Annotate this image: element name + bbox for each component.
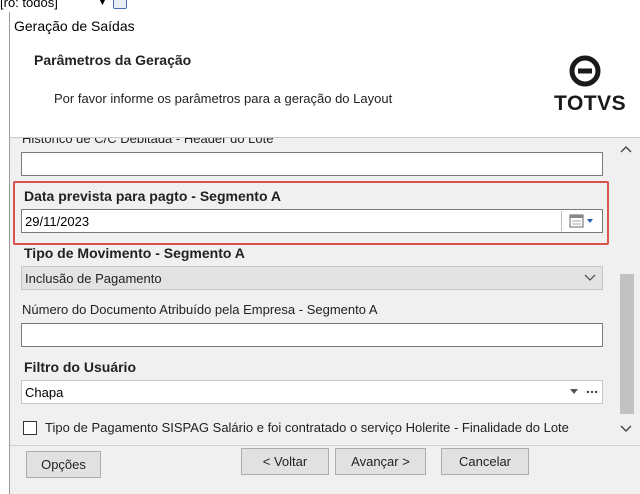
voltar-button[interactable]: < Voltar — [241, 448, 329, 475]
background-dropdown-arrow-icon: ▼ — [97, 0, 108, 8]
header-subtitle: Por favor informe os parâmetros para a g… — [54, 91, 393, 106]
tipo-pagamento-checkbox[interactable] — [23, 421, 37, 435]
tipo-movimento-select[interactable]: Inclusão de Pagamento — [21, 266, 603, 290]
totvs-logo-icon — [569, 55, 601, 87]
data-prevista-input[interactable]: 29/11/2023 — [21, 209, 603, 233]
totvs-logo-text: TOTVS — [554, 92, 627, 115]
cancelar-button[interactable]: Cancelar — [441, 448, 529, 475]
background-window-strip: [ro: todos] ▼ — [0, 0, 640, 12]
scroll-down-icon[interactable] — [620, 424, 632, 434]
data-prevista-value: 29/11/2023 — [25, 214, 90, 229]
background-filter-text: [ro: todos] — [0, 0, 58, 10]
scroll-up-icon[interactable] — [620, 144, 632, 154]
dialog-window: Geração de Saídas Parâmetros da Geração … — [9, 12, 640, 494]
data-prevista-label: Data prevista para pagto - Segmento A — [24, 188, 281, 204]
historico-input[interactable] — [21, 152, 603, 176]
calendar-icon — [569, 214, 593, 228]
tipo-pagamento-label: Tipo de Pagamento SISPAG Salário e foi c… — [45, 420, 569, 435]
calendar-button[interactable] — [561, 211, 601, 231]
chevron-down-icon — [570, 389, 578, 394]
filtro-usuario-value: Chapa — [25, 385, 64, 400]
filtro-usuario-label: Filtro do Usuário — [24, 359, 136, 375]
numero-documento-label: Número do Documento Atribuído pela Empre… — [22, 302, 378, 317]
filtro-usuario-select[interactable]: Chapa — [21, 380, 603, 404]
opcoes-button[interactable]: Opções — [26, 451, 101, 478]
tipo-movimento-value: Inclusão de Pagamento — [25, 271, 162, 286]
background-refresh-icon — [113, 0, 127, 9]
numero-documento-input[interactable] — [21, 323, 603, 347]
historico-label: Histórico de C/C Debitada - Header do Lo… — [22, 138, 274, 146]
ellipsis-icon[interactable] — [586, 390, 598, 394]
header-title: Parâmetros da Geração — [34, 52, 192, 68]
avancar-button[interactable]: Avançar > — [335, 448, 426, 475]
vertical-scrollbar[interactable] — [614, 138, 640, 445]
chevron-down-icon — [584, 274, 596, 281]
wizard-header: Parâmetros da Geração Por favor informe … — [10, 41, 640, 137]
form-scroll-area: Histórico de C/C Debitada - Header do Lo… — [10, 138, 614, 445]
titlebar: Geração de Saídas — [10, 12, 640, 41]
window-title: Geração de Saídas — [14, 18, 135, 34]
scroll-thumb[interactable] — [620, 274, 634, 414]
footer-separator — [10, 445, 640, 446]
tipo-movimento-label: Tipo de Movimento - Segmento A — [24, 245, 245, 261]
